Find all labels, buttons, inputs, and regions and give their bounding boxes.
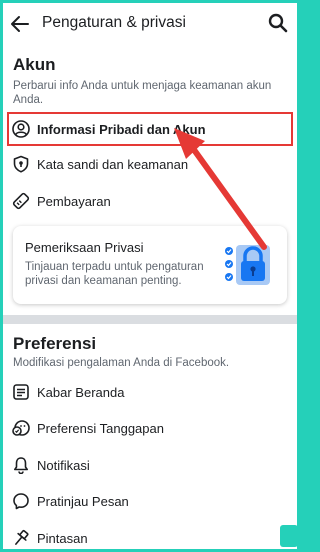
- menu-item-label: Kata sandi dan keamanan: [37, 157, 189, 172]
- menu-item-label: Pembayaran: [37, 194, 111, 209]
- bell-icon: [11, 455, 31, 475]
- watermark-badge: [280, 525, 298, 547]
- menu-item-label: Pintasan: [37, 531, 88, 546]
- preferensi-section-description: Modifikasi pengalaman Anda di Facebook.: [13, 357, 230, 369]
- back-arrow-icon: [11, 16, 29, 32]
- menu-item-shortcuts[interactable]: Pintasan: [3, 522, 297, 549]
- search-icon: [268, 13, 288, 33]
- akun-section-title: Akun: [13, 55, 56, 74]
- menu-item-password-security[interactable]: Kata sandi dan keamanan: [3, 148, 297, 180]
- menu-item-payments[interactable]: Pembayaran: [3, 185, 297, 217]
- menu-item-label: Notifikasi: [37, 458, 90, 473]
- card-description: Tinjauan terpadu untuk pengaturan privas…: [25, 261, 204, 287]
- akun-section-description: Perbarui info Anda untuk menjaga keamana…: [13, 80, 272, 106]
- section-divider: [3, 315, 297, 324]
- menu-item-label: Preferensi Tanggapan: [37, 421, 164, 436]
- privacy-checkup-card[interactable]: Pemeriksaan Privasi Tinjauan terpadu unt…: [13, 226, 287, 304]
- message-bubble-icon: [11, 491, 31, 511]
- menu-item-notifications[interactable]: Notifikasi: [3, 449, 297, 481]
- preferensi-section-title: Preferensi: [13, 334, 97, 353]
- pin-icon: [11, 528, 31, 548]
- menu-item-news-feed[interactable]: Kabar Beranda: [3, 376, 297, 408]
- back-button[interactable]: [9, 13, 31, 35]
- card-title: Pemeriksaan Privasi: [25, 240, 144, 255]
- shield-icon: [11, 154, 31, 174]
- privacy-lock-checklist-icon: [225, 245, 270, 285]
- menu-item-reaction-preferences[interactable]: Preferensi Tanggapan: [3, 412, 297, 444]
- highlight-annotation: [7, 112, 293, 146]
- search-button[interactable]: [267, 12, 289, 34]
- page-title: Pengaturan & privasi: [42, 14, 186, 31]
- reaction-preferences-icon: [11, 418, 31, 438]
- tag-icon: [11, 191, 31, 211]
- menu-item-label: Kabar Beranda: [37, 385, 125, 400]
- top-app-bar: Pengaturan & privasi: [3, 3, 297, 43]
- menu-item-message-preview[interactable]: Pratinjau Pesan: [3, 485, 297, 517]
- menu-item-label: Pratinjau Pesan: [37, 494, 129, 509]
- settings-screen: Pengaturan & privasi Akun Perbarui info …: [3, 3, 297, 549]
- news-feed-icon: [11, 382, 31, 402]
